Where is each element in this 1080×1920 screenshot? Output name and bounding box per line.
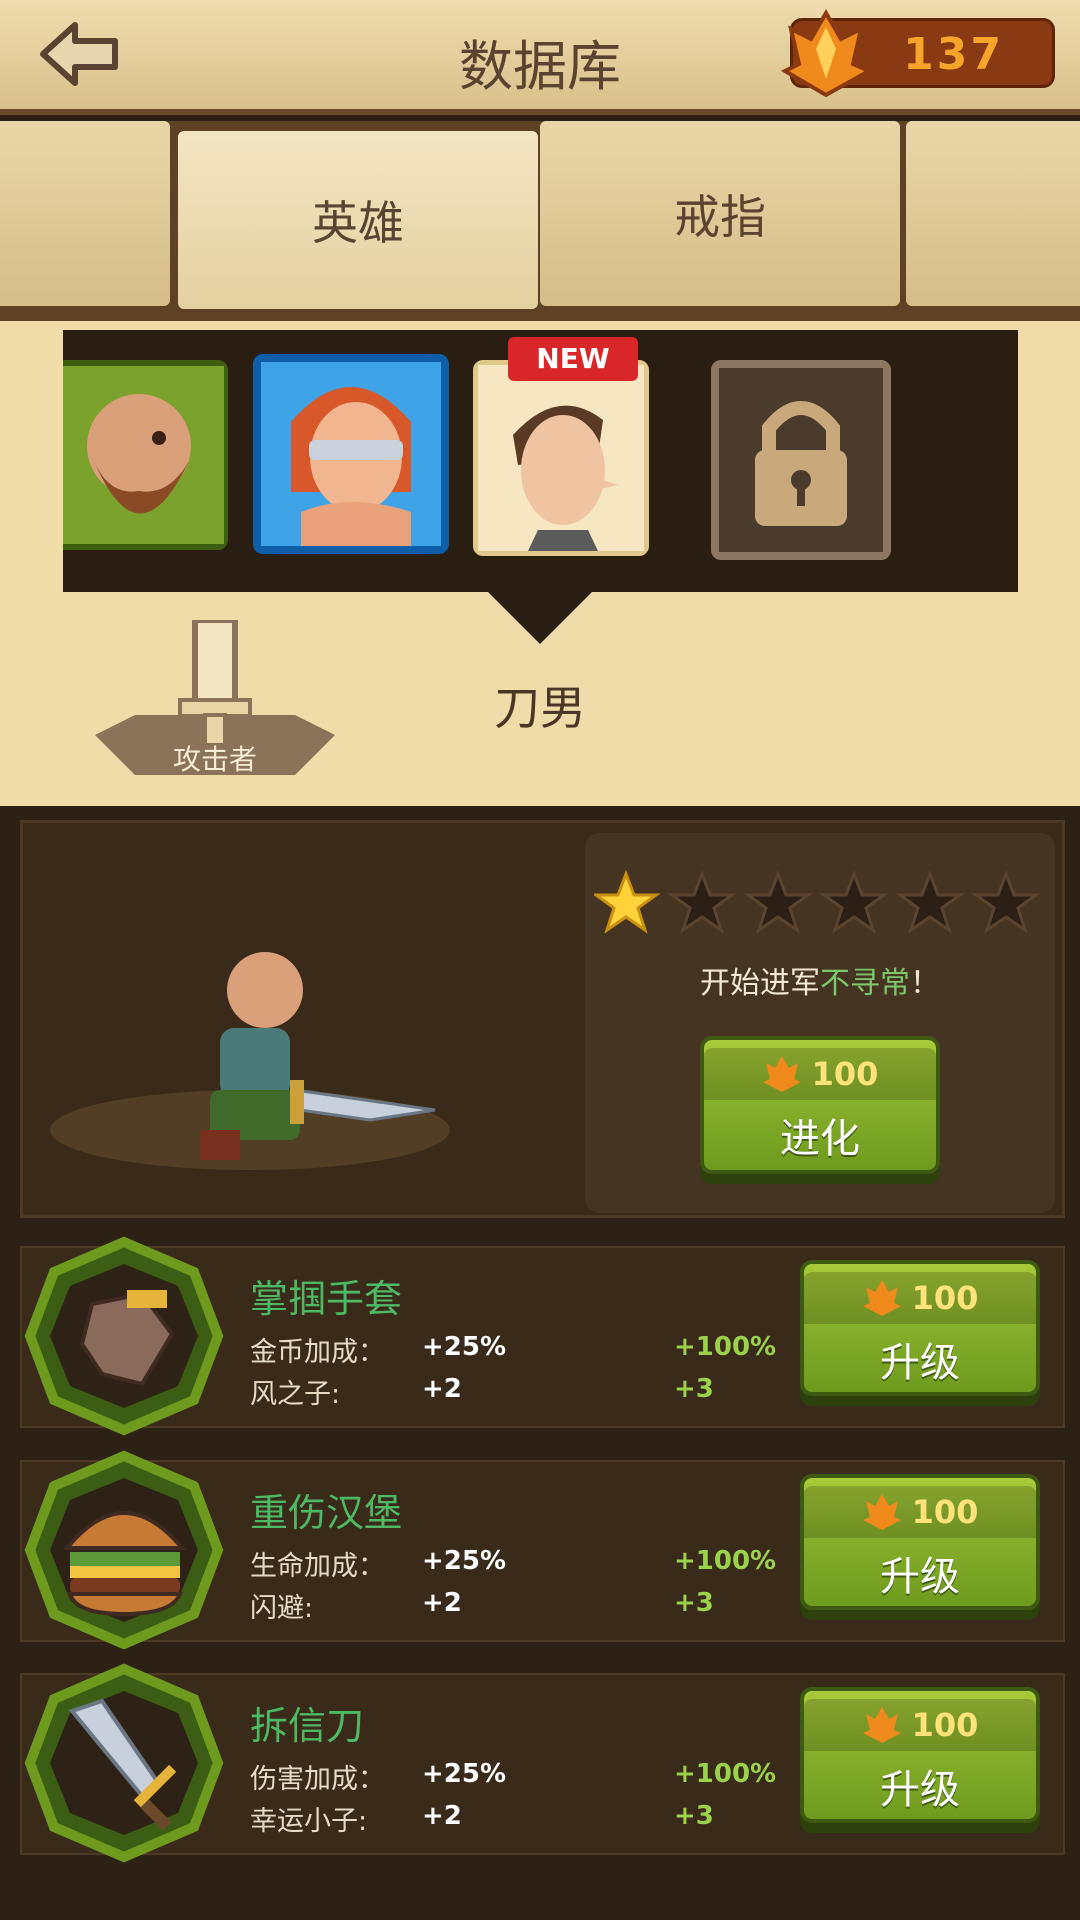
upgrade-button-label: 升级 (880, 1767, 960, 1813)
upgrade-button-label: 升级 (880, 1554, 960, 1600)
stat-max: +3 (674, 1801, 714, 1831)
evolve-cost: 100 (704, 1048, 936, 1100)
crystal-icon (781, 9, 871, 98)
hero-class-label: 攻击者 (172, 743, 257, 776)
upgrade-button-label: 升级 (880, 1340, 960, 1386)
gem-count: 137 (903, 29, 1004, 80)
upgrade-cost-value: 100 (911, 1706, 979, 1744)
new-badge: NEW (508, 337, 638, 381)
item-name: 拆信刀 (250, 1704, 365, 1748)
crystal-icon (762, 1056, 801, 1092)
blade-man-portrait[interactable]: NEW (473, 337, 649, 556)
crystal-icon (862, 1494, 901, 1530)
selection-pointer (488, 592, 592, 644)
item-row: 重伤汉堡 生命加成： +25% +100% 闪避: +2 +3 100 升级 (20, 1450, 1065, 1650)
locked-hero-portrait[interactable] (711, 360, 891, 560)
stat-max: +3 (674, 1588, 714, 1618)
upgrade-cost: 100 (804, 1486, 1036, 1538)
gem-currency-display: 137 (781, 9, 1055, 98)
tab-previous[interactable] (0, 121, 170, 306)
stat-max: +100% (674, 1759, 777, 1789)
top-bar: 数据库 137 (0, 0, 1080, 115)
stat-label: 幸运小子: (250, 1806, 368, 1837)
burger-icon (24, 1450, 224, 1650)
upgrade-cost-value: 100 (911, 1493, 979, 1531)
upgrade-button[interactable]: 100 升级 (800, 1474, 1040, 1610)
hero-character-sprite (50, 952, 450, 1170)
evolution-hint-suffix: ！ (910, 966, 940, 1001)
stat-label: 闪避: (250, 1593, 314, 1624)
stat-current: +2 (422, 1588, 462, 1618)
item-row: 掌掴手套 金币加成： +25% +100% 风之子: +2 +3 100 升级 (20, 1236, 1065, 1436)
star-empty-icon (819, 870, 889, 934)
tab-rings[interactable]: 戒指 (540, 121, 900, 306)
evolution-hint-prefix: 开始进军 (700, 966, 820, 1001)
item-name: 重伤汉堡 (250, 1491, 403, 1535)
stat-max: +100% (674, 1546, 777, 1576)
stat-label: 伤害加成： (250, 1764, 385, 1795)
stat-label: 风之子: (250, 1379, 341, 1410)
sword-icon (24, 1663, 224, 1863)
stat-current: +25% (422, 1759, 507, 1789)
crystal-icon (862, 1280, 901, 1316)
stat-current: +2 (422, 1801, 462, 1831)
blindfolded-hero-portrait[interactable] (253, 354, 449, 554)
stat-label: 生命加成： (250, 1551, 385, 1582)
lock-icon (719, 368, 883, 552)
elf-face-icon (261, 362, 441, 546)
stat-max: +100% (674, 1332, 777, 1362)
evolve-cost-value: 100 (811, 1055, 879, 1093)
glove-icon (24, 1236, 224, 1436)
item-row: 拆信刀 伤害加成： +25% +100% 幸运小子: +2 +3 100 升级 (20, 1663, 1065, 1863)
evolve-button[interactable]: 100 进化 (700, 1036, 940, 1174)
dwarf-hero-portrait[interactable] (63, 360, 228, 550)
tab-next[interactable] (906, 121, 1080, 306)
upgrade-button[interactable]: 100 升级 (800, 1260, 1040, 1396)
star-empty-icon (667, 870, 737, 934)
blade-man-face-icon (478, 365, 644, 551)
hero-carousel[interactable]: NEW (63, 330, 1018, 592)
upgrade-cost: 100 (804, 1699, 1036, 1751)
star-rating (594, 870, 1041, 934)
star-empty-icon (895, 870, 965, 934)
stat-current: +2 (422, 1374, 462, 1404)
stat-current: +25% (422, 1546, 507, 1576)
upgrade-cost: 100 (804, 1272, 1036, 1324)
crystal-icon (862, 1707, 901, 1743)
upgrade-cost-value: 100 (911, 1279, 979, 1317)
upgrade-button[interactable]: 100 升级 (800, 1687, 1040, 1823)
evolution-hint: 开始进军不寻常！ (585, 958, 1055, 1002)
tab-heroes[interactable]: 英雄 (178, 131, 538, 309)
stat-max: +3 (674, 1374, 714, 1404)
item-name: 掌掴手套 (250, 1277, 403, 1321)
stat-current: +25% (422, 1332, 507, 1362)
evolution-hint-rarity: 不寻常 (820, 966, 910, 1001)
dwarf-face-icon (63, 366, 224, 544)
star-empty-icon (971, 870, 1041, 934)
evolve-button-label: 进化 (780, 1116, 860, 1162)
stat-label: 金币加成： (250, 1337, 385, 1368)
star-filled-icon (594, 870, 661, 934)
hero-name: 刀男 (494, 681, 586, 735)
category-tabs: 英雄 戒指 (0, 121, 1080, 321)
star-empty-icon (743, 870, 813, 934)
